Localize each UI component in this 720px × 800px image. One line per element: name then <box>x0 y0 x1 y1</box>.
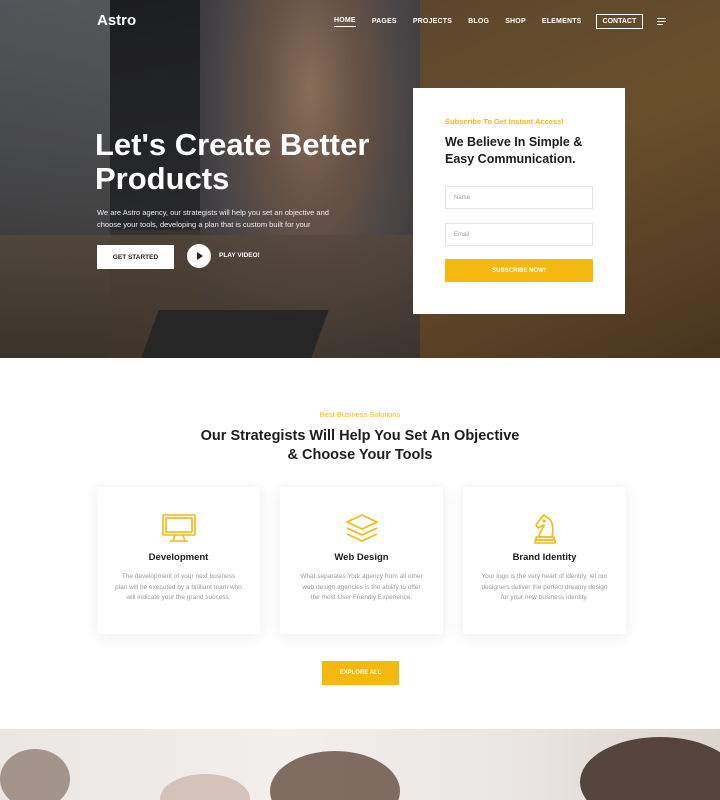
hamburger-menu-icon[interactable] <box>657 16 667 27</box>
nav-shop[interactable]: SHOP <box>505 18 526 25</box>
play-video-button[interactable] <box>187 244 211 268</box>
card-title: Web Design <box>334 552 389 563</box>
service-card-brand-identity[interactable]: Brand Identity Your logo is the very hea… <box>463 487 626 634</box>
services-title: Our Strategists Will Help You Set An Obj… <box>200 428 520 463</box>
play-icon <box>197 252 203 260</box>
hero-description: We are Astro agency, our strategists wil… <box>97 208 329 229</box>
get-started-button[interactable]: GET STARTED <box>97 245 174 269</box>
nav-pages[interactable]: PAGES <box>372 18 397 25</box>
card-title: Development <box>148 552 209 563</box>
service-card-web-design[interactable]: Web Design What separates York agency fr… <box>280 487 443 634</box>
services-kicker: Best Business Solutions <box>319 410 401 419</box>
card-description: The development of your next business pl… <box>115 573 242 601</box>
photo-shape <box>160 774 250 800</box>
explore-all-button[interactable]: EXPLORE ALL <box>322 661 399 685</box>
card-description: Your logo is the very heart of identity,… <box>481 573 608 601</box>
contact-button[interactable]: CONTACT <box>595 14 644 29</box>
nav-elements[interactable]: ELEMENTS <box>542 18 582 25</box>
bottom-photo-section <box>0 729 720 800</box>
monitor-icon <box>97 513 260 545</box>
card-title: Brand Identity <box>512 552 577 563</box>
photo-shape <box>270 751 400 800</box>
service-card-development[interactable]: Development The development of your next… <box>97 487 260 634</box>
hero-title: Let's Create Better Products <box>95 127 370 196</box>
subscribe-button[interactable]: SUBSCRIBE NOW! <box>445 259 593 282</box>
play-video-label[interactable]: PLAY VIDEO! <box>219 252 260 259</box>
nav-home[interactable]: HOME <box>334 17 356 27</box>
card-description: What separates York agency from all othe… <box>300 573 423 601</box>
layers-icon <box>280 513 443 545</box>
subscribe-card: Subscribe To Get Instant Access! We Beli… <box>413 88 625 314</box>
hero-section: Astro HOME PAGES PROJECTS BLOG SHOP ELEM… <box>0 0 720 358</box>
brand-logo[interactable]: Astro <box>97 12 136 29</box>
subscribe-kicker: Subscribe To Get Instant Access! <box>445 117 564 126</box>
photo-shape <box>0 749 70 800</box>
chess-knight-icon <box>463 513 626 545</box>
main-nav: HOME PAGES PROJECTS BLOG SHOP ELEMENTS C… <box>334 14 667 29</box>
email-field[interactable]: Email <box>445 223 593 246</box>
nav-blog[interactable]: BLOG <box>468 18 489 25</box>
subscribe-title: We Believe In Simple & Easy Communicatio… <box>445 135 583 166</box>
name-field[interactable]: Name <box>445 186 593 209</box>
photo-shape <box>580 737 720 800</box>
nav-projects[interactable]: PROJECTS <box>413 18 452 25</box>
